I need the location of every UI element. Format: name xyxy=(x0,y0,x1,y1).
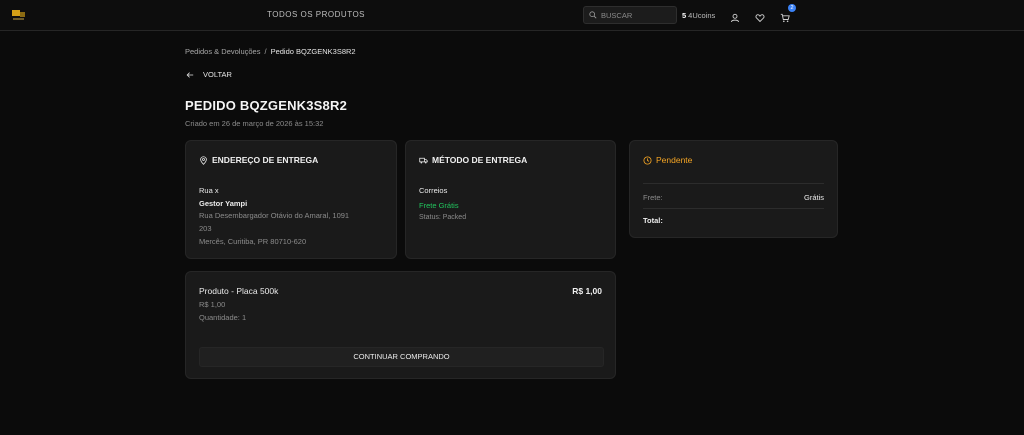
search-icon xyxy=(589,11,597,19)
total-row: Total: xyxy=(643,216,824,225)
delivery-address-heading-text: ENDEREÇO DE ENTREGA xyxy=(212,155,319,165)
order-summary-card: Pendente Frete: Grátis Total: xyxy=(629,140,838,238)
page-title: PEDIDO BQZGENK3S8R2 xyxy=(185,98,348,113)
address-street: Rua Desembargador Otávio do Amaral, 1091 xyxy=(199,211,350,220)
breadcrumb-current: Pedido BQZGENK3S8R2 xyxy=(270,47,356,56)
search-input[interactable] xyxy=(601,10,671,20)
order-status-text: Pendente xyxy=(656,155,693,165)
product-quantity: Quantidade: 1 xyxy=(199,313,247,322)
shipping-free-label: Frete Grátis xyxy=(419,201,459,210)
product-unit-price: R$ 1,00 xyxy=(199,300,226,309)
delivery-address-card: ENDEREÇO DE ENTREGA Rua x Gestor Yampi R… xyxy=(185,140,397,259)
top-header: TODOS OS PRODUTOS 54Ucoins 2 xyxy=(0,0,1024,31)
back-button[interactable]: VOLTAR xyxy=(186,70,232,79)
delivery-method-heading: MÉTODO DE ENTREGA xyxy=(419,155,527,165)
cart-count-badge: 2 xyxy=(788,4,796,12)
address-city: Mercês, Curitiba, PR 80710-620 xyxy=(199,237,307,246)
continue-shopping-button[interactable]: CONTINUAR COMPRANDO xyxy=(199,347,604,367)
coins-unit: 4Ucoins xyxy=(688,11,716,20)
truck-icon xyxy=(419,157,428,163)
coins-value: 5 xyxy=(682,11,687,20)
product-card: Produto - Placa 500k R$ 1,00 R$ 1,00 Qua… xyxy=(185,271,616,379)
cart-icon[interactable] xyxy=(780,10,790,23)
freight-row: Frete: Grátis xyxy=(643,193,824,202)
product-name: Produto - Placa 500k xyxy=(199,286,279,296)
shipping-carrier: Correios xyxy=(419,186,448,195)
map-pin-icon xyxy=(200,155,207,165)
address-line1: Rua x xyxy=(199,186,219,195)
freight-value: Grátis xyxy=(803,193,824,202)
search-box[interactable] xyxy=(583,6,677,24)
order-created-date: Criado em 26 de março de 2026 às 15:32 xyxy=(185,119,324,128)
brand-logo[interactable] xyxy=(11,7,27,23)
address-recipient: Gestor Yampi xyxy=(199,199,248,208)
order-status: Pendente xyxy=(643,155,692,165)
clock-icon xyxy=(643,155,652,165)
product-total-price: R$ 1,00 xyxy=(572,286,602,296)
delivery-method-card: MÉTODO DE ENTREGA Correios Frete Grátis … xyxy=(405,140,616,259)
heart-icon[interactable] xyxy=(755,10,765,23)
delivery-address-heading: ENDEREÇO DE ENTREGA xyxy=(199,155,318,165)
back-label: VOLTAR xyxy=(203,70,232,79)
address-complement: 203 xyxy=(199,224,212,233)
breadcrumb: Pedidos & Devoluções / Pedido BQZGENK3S8R2 xyxy=(185,47,356,56)
nav-all-products-link[interactable]: TODOS OS PRODUTOS xyxy=(267,10,365,19)
freight-label: Frete: xyxy=(643,193,663,202)
arrow-left-icon xyxy=(186,71,194,78)
delivery-method-heading-text: MÉTODO DE ENTREGA xyxy=(432,155,528,165)
shipping-status: Status: Packed xyxy=(419,214,467,221)
summary-divider-bottom xyxy=(643,208,824,209)
summary-divider-top xyxy=(643,183,824,184)
user-icon[interactable] xyxy=(730,10,740,23)
total-label: Total: xyxy=(643,216,663,225)
breadcrumb-parent-link[interactable]: Pedidos & Devoluções xyxy=(185,47,260,56)
coins-balance[interactable]: 5 4Ucoins xyxy=(682,11,715,20)
breadcrumb-separator: / xyxy=(264,47,267,56)
